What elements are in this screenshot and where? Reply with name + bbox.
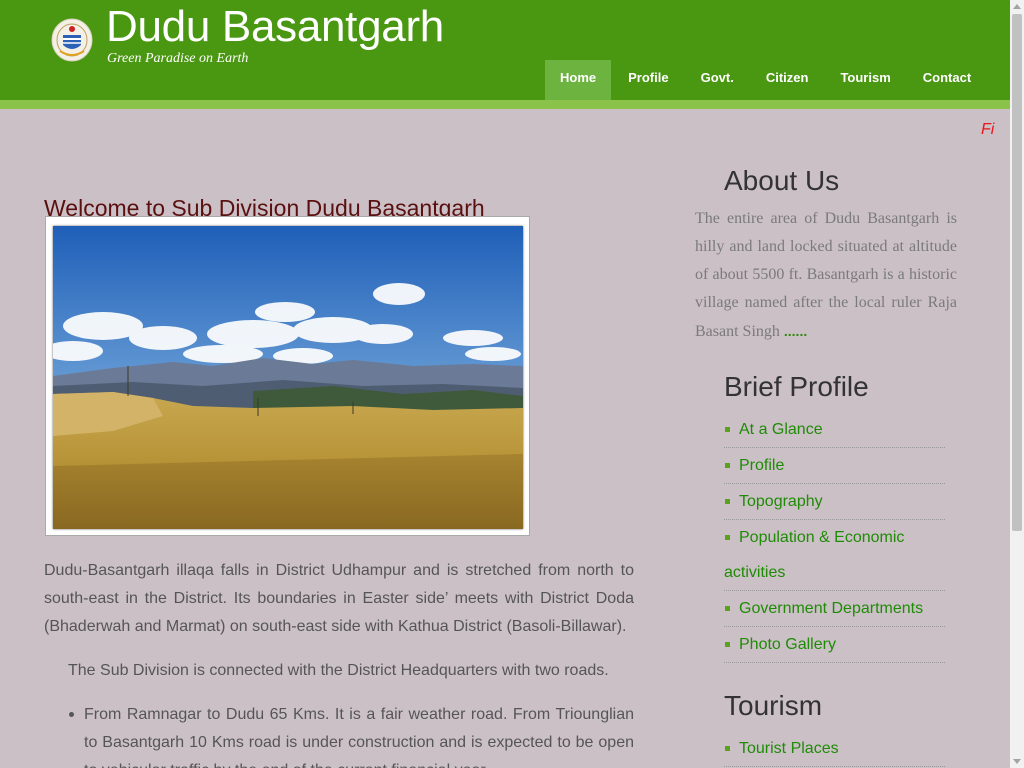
sidebar-item-label-line2: activities (724, 564, 786, 581)
news-marquee[interactable]: Fi (981, 121, 1010, 139)
bullet-square-icon (725, 606, 730, 611)
sidebar-item-label: Topography (739, 493, 823, 510)
sidebar-item-topography[interactable]: Topography (724, 484, 945, 520)
about-us-text: The entire area of Dudu Basantgarh is hi… (695, 205, 957, 346)
site-header: Dudu Basantgarh Green Paradise on Earth … (0, 0, 1010, 100)
sidebar-item-label: Tourist Places (739, 740, 839, 757)
bullet-square-icon (725, 499, 730, 504)
scroll-thumb[interactable] (1012, 14, 1022, 531)
brief-profile-heading: Brief Profile (724, 371, 869, 402)
bullet-square-icon (725, 427, 730, 432)
roads-paragraph: The Sub Division is connected with the D… (68, 662, 609, 679)
tourism-list: Tourist Places (724, 731, 945, 767)
main-nav: Home Profile Govt. Citizen Tourism Conta… (545, 60, 987, 100)
intro-paragraph: Dudu-Basantgarh illaqa falls in District… (44, 562, 634, 635)
sidebar-item-profile[interactable]: Profile (724, 448, 945, 484)
nav-contact[interactable]: Contact (907, 60, 987, 100)
bullet-square-icon (725, 642, 730, 647)
nav-home[interactable]: Home (545, 60, 612, 100)
state-emblem-icon[interactable] (50, 15, 94, 63)
nav-citizen[interactable]: Citizen (750, 60, 825, 100)
sidebar-item-label: Government Departments (739, 600, 924, 617)
sidebar-item-photo-gallery[interactable]: Photo Gallery (724, 627, 945, 663)
roads-list: From Ramnagar to Dudu 65 Kms. It is a fa… (69, 701, 634, 768)
sidebar-item-label: At a Glance (739, 421, 823, 438)
nav-tourism[interactable]: Tourism (824, 60, 906, 100)
scroll-down-arrow-icon[interactable] (1013, 759, 1021, 764)
site-tagline: Green Paradise on Earth (107, 51, 249, 66)
page-scrollbar[interactable] (1010, 0, 1024, 768)
nav-govt[interactable]: Govt. (685, 60, 750, 100)
sidebar-item-population[interactable]: Population & Economic activities (724, 520, 945, 591)
nav-profile[interactable]: Profile (612, 60, 684, 100)
list-item: From Ramnagar to Dudu 65 Kms. It is a fa… (69, 701, 634, 768)
bullet-icon (69, 712, 74, 717)
site-title[interactable]: Dudu Basantgarh (106, 2, 444, 52)
landscape-photo (53, 226, 523, 529)
bullet-square-icon (725, 535, 730, 540)
bullet-square-icon (725, 746, 730, 751)
sidebar-item-label: Profile (739, 457, 785, 474)
sidebar-item-government-departments[interactable]: Government Departments (724, 591, 945, 627)
sidebar-item-tourist-places[interactable]: Tourist Places (724, 731, 945, 767)
about-us-heading: About Us (724, 165, 840, 196)
photo-frame (45, 216, 530, 536)
sidebar-item-label: Photo Gallery (739, 636, 836, 653)
scroll-up-arrow-icon[interactable] (1013, 4, 1021, 9)
list-item-text: From Ramnagar to Dudu 65 Kms. It is a fa… (84, 706, 634, 768)
sidebar-item-at-a-glance[interactable]: At a Glance (724, 412, 945, 448)
bullet-square-icon (725, 463, 730, 468)
brief-profile-list: At a Glance Profile Topography Populatio… (724, 412, 945, 663)
read-more-link[interactable]: ...... (784, 323, 807, 339)
header-stripe (0, 100, 1010, 109)
tourism-heading: Tourism (724, 690, 823, 721)
sidebar-item-label: Population & Economic (739, 529, 905, 546)
about-us-body: The entire area of Dudu Basantgarh is hi… (695, 210, 957, 340)
